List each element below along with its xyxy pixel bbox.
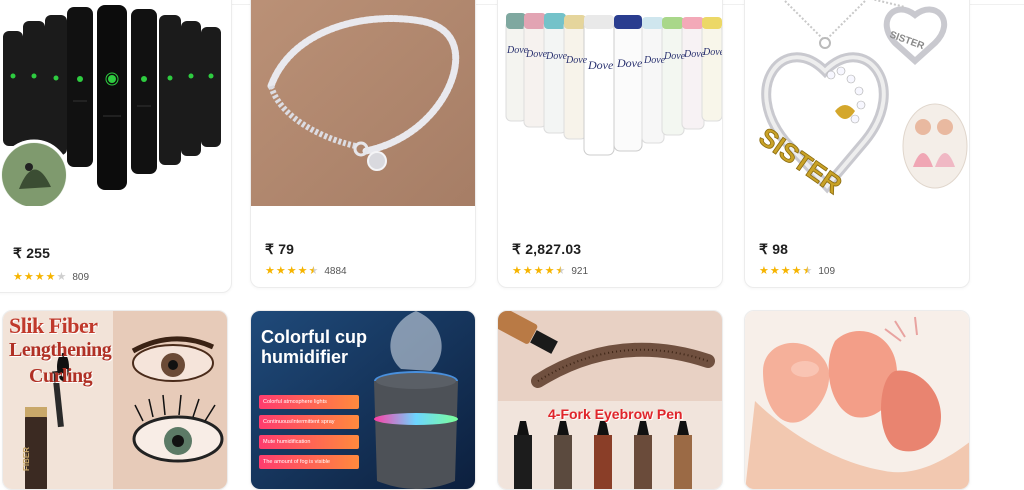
humidifier-feature-list: Colorful atmosphere lights Continuous/in… [259,395,359,475]
star-icon: ★ [555,265,566,277]
product-card-eyebrow-pen[interactable]: 4-Fork Eyebrow Pen [497,310,723,490]
humidifier-title-line1: Colorful cup [261,327,367,347]
feature-item: Colorful atmosphere lights [259,395,359,409]
product-card-bracelet[interactable]: ₹ 79 ★ ★ ★ ★ ★ 4884 [250,0,476,288]
star-icon: ★ [769,265,780,277]
product-card-flashlights[interactable]: ₹ 255 ★ ★ ★ ★ ★ 809 [0,0,232,293]
deodorant-product-image[interactable]: Dove Dove Dove Dove Dove Dove Dove Dove … [498,0,723,206]
price: ₹ 2,827.03 [512,241,582,257]
svg-text:Dove: Dove [525,49,548,60]
product-card-mascara[interactable]: FIBER Slik Fiber Lengthening Curling [2,310,228,490]
star-icon: ★ [308,265,319,277]
necklace-product-image[interactable]: SISTER SISTER [745,0,969,206]
mascara-title-line1: Slik Fiber [9,313,98,338]
rating-count: 109 [818,265,836,277]
star-icon: ★ [780,265,791,277]
star-icon: ★ [45,271,56,283]
star-icon: ★ [265,265,275,277]
star-icon: ★ [286,265,297,277]
rating: ★ ★ ★ ★ ★ 921 [512,265,588,277]
star-rating: ★ ★ ★ ★ ★ [512,265,565,277]
rating-count: 921 [571,265,589,277]
star-icon: ★ [512,265,522,277]
star-icon: ★ [759,265,769,277]
svg-text:Dove: Dove [643,55,666,66]
rating: ★ ★ ★ ★ ★ 809 [13,271,89,283]
flashlight-product-image[interactable] [0,0,231,206]
feature-item: Mute humidification [259,435,359,449]
eyebrow-pen-title: 4-Fork Eyebrow Pen [548,406,683,422]
star-rating: ★ ★ ★ ★ ★ [13,271,66,283]
svg-text:Dove: Dove [702,47,723,58]
star-icon: ★ [533,265,544,277]
rating: ★ ★ ★ ★ ★ 4884 [265,265,347,277]
feature-item: Continuous/intermittent spray [259,415,359,429]
rating-count: 809 [72,271,90,283]
rating: ★ ★ ★ ★ ★ 109 [759,265,835,277]
svg-text:Dove: Dove [616,56,643,70]
star-rating: ★ ★ ★ ★ ★ [759,265,812,277]
star-icon: ★ [522,265,533,277]
star-icon: ★ [544,265,555,277]
star-icon: ★ [34,271,45,283]
star-icon: ★ [23,271,34,283]
eyebrow-pen-product-image[interactable] [498,311,722,489]
product-card-humidifier[interactable]: Colorful cup humidifier Colorful atmosph… [250,310,476,490]
rating-count: 4884 [324,265,347,277]
svg-text:Dove: Dove [545,51,568,62]
mascara-title-line2: Lengthening [9,339,112,361]
mascara-title-line3: Curling [29,365,93,387]
product-card-necklace[interactable]: SISTER SISTER ₹ 98 ★ ★ ★ ★ ★ 109 [744,0,970,288]
star-icon: ★ [791,265,802,277]
star-icon: ★ [297,265,308,277]
makeup-sponge-product-image[interactable] [745,311,969,489]
mascara-tube-label: FIBER [22,447,31,471]
star-icon: ★ [802,265,813,277]
humidifier-title-line2: humidifier [261,347,349,367]
star-icon: ★ [275,265,286,277]
star-icon: ★ [56,271,67,283]
svg-text:Dove: Dove [587,58,614,72]
svg-text:Dove: Dove [663,51,686,62]
product-card-makeup-sponge[interactable] [744,310,970,490]
feature-item: The amount of fog is visible [259,455,359,469]
star-icon: ★ [13,271,23,283]
price: ₹ 98 [759,241,789,257]
svg-text:Dove: Dove [565,55,588,66]
star-rating: ★ ★ ★ ★ ★ [265,265,318,277]
price: ₹ 79 [265,241,295,257]
product-card-deodorant[interactable]: Dove Dove Dove Dove Dove Dove Dove Dove … [497,0,723,288]
price: ₹ 255 [13,245,51,261]
bracelet-product-image[interactable] [251,0,475,206]
